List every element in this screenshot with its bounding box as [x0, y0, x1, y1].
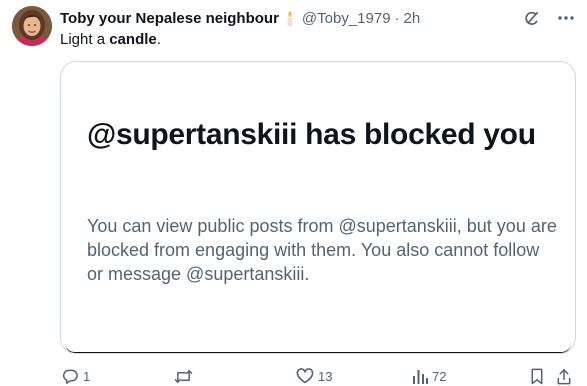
reply-count: 1 — [83, 369, 91, 384]
tweet-text-suffix: . — [156, 31, 161, 48]
share-icon — [556, 368, 572, 385]
author-handle[interactable]: @Toby_1979 — [302, 10, 391, 27]
avatar[interactable] — [12, 6, 52, 46]
separator-dot: · — [394, 9, 400, 27]
tweet-text: Light a candle. — [60, 31, 161, 48]
repost-icon — [174, 368, 193, 385]
action-bar: 1 13 72 — [60, 368, 580, 386]
candle-emoji-icon — [284, 10, 296, 26]
reply-icon — [62, 368, 79, 385]
like-count: 13 — [318, 368, 333, 384]
tweet-text-bold: candle — [109, 31, 157, 48]
card-title: @supertanskiii has blocked you — [87, 118, 536, 151]
repost-button[interactable] — [174, 368, 197, 385]
views-icon — [412, 368, 428, 384]
bookmark-icon — [530, 368, 544, 385]
author-name[interactable]: Toby your Nepalese neighbour — [60, 10, 279, 27]
avatar-image — [12, 6, 52, 46]
header-actions — [522, 9, 575, 28]
views-button[interactable]: 72 — [412, 368, 446, 384]
grok-icon[interactable] — [522, 9, 541, 28]
more-icon[interactable] — [557, 15, 575, 21]
like-button[interactable]: 13 — [296, 368, 332, 384]
card-body: You can view public posts from @supertan… — [87, 216, 557, 284]
reply-button[interactable]: 1 — [62, 368, 90, 385]
media-card-screenshot: @supertanskiii has blocked you You can v… — [65, 62, 571, 353]
post-time[interactable]: 2h — [404, 10, 421, 27]
share-button[interactable] — [556, 368, 572, 385]
tweet-header: Toby your Nepalese neighbour @Toby_1979 … — [60, 8, 575, 28]
like-icon — [296, 368, 314, 384]
media-card[interactable]: @supertanskiii has blocked you You can v… — [60, 61, 576, 354]
tweet-text-prefix: Light a — [60, 31, 110, 48]
bookmark-button[interactable] — [530, 368, 544, 385]
views-count: 72 — [432, 368, 447, 384]
